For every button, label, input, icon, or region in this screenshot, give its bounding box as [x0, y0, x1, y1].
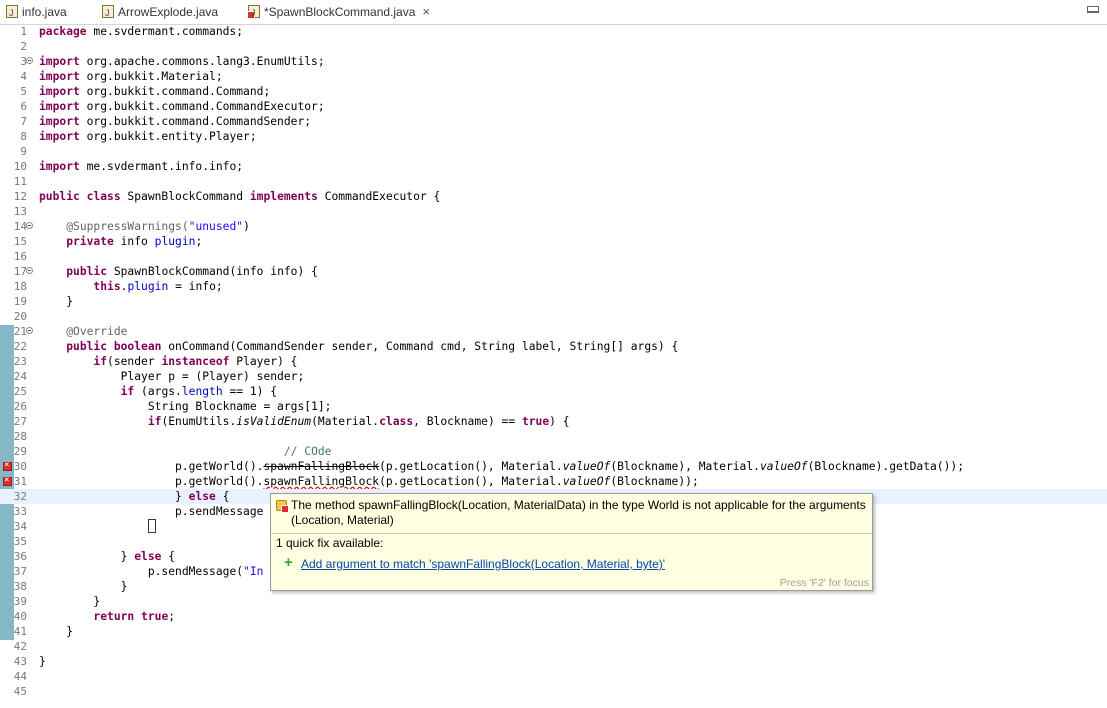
java-file-icon	[6, 3, 18, 23]
tab-label: *SpawnBlockCommand.java	[264, 5, 416, 19]
quick-fix-tooltip: The method spawnFallingBlock(Location, M…	[270, 493, 873, 591]
tab-label: ArrowExplode.java	[118, 5, 219, 19]
code-line: 30 p.getWorld().spawnFallingBlock(p.getL…	[0, 458, 1107, 474]
code-line: 10 import me.svdermant.info.info;	[13, 160, 244, 173]
java-file-icon	[102, 3, 114, 23]
code-line: 5 import org.bukkit.command.Command;	[20, 85, 271, 98]
bracket-match-box	[147, 519, 156, 533]
code-line: 25 if (args.length == 1) {	[13, 385, 278, 398]
focus-hint: Press 'F2' for focus	[779, 577, 869, 589]
code-line: 17 public SpawnBlockCommand(info info) {	[13, 265, 318, 278]
code-line: 19 }	[13, 295, 74, 308]
code-line: 4 import org.bukkit.Material;	[20, 70, 223, 83]
minimize-icon[interactable]	[1087, 6, 1099, 13]
code-line: 16	[13, 250, 27, 263]
code-editor[interactable]: 1 package me.svdermant.commands; 2 3 impor…	[0, 24, 1107, 708]
code-line: 23 if(sender instanceof Player) {	[13, 355, 298, 368]
code-line: 1 package me.svdermant.commands;	[20, 25, 244, 38]
error-warning-icon	[276, 500, 289, 513]
code-line: 18 this.plugin = info;	[13, 280, 223, 293]
quick-fix-link[interactable]: Add argument to match 'spawnFallingBlock…	[301, 557, 665, 571]
code-line: 14 @SuppressWarnings("unused")	[13, 220, 250, 233]
code-line: 7 import org.bukkit.command.CommandSender…	[20, 115, 312, 128]
divider	[271, 533, 872, 534]
code-line: 3 import org.apache.commons.lang3.EnumUti…	[20, 55, 325, 68]
code-line: 22 public boolean onCommand(CommandSende…	[13, 340, 679, 353]
tab-label: info.java	[22, 5, 67, 19]
error-message: The method spawnFallingBlock(Location, M…	[291, 498, 866, 527]
fold-icon[interactable]	[26, 57, 33, 64]
code-line: 42	[13, 640, 27, 653]
code-line: 40 return true;	[13, 610, 176, 623]
code-line: 11	[13, 175, 27, 188]
java-file-error-icon	[247, 3, 260, 23]
fold-icon[interactable]	[26, 267, 33, 274]
code-line: 29 // COde	[13, 445, 332, 458]
code-line: 43}	[13, 655, 46, 668]
code-line: 2	[20, 40, 27, 53]
editor-tab-bar: info.java ArrowExplode.java *SpawnBlockC…	[0, 0, 1107, 25]
code-line: 26 String Blockname = args[1];	[13, 400, 332, 413]
code-line: 15 private info plugin;	[13, 235, 203, 248]
code-line: 31 p.getWorld().spawnFallingBlock(p.getL…	[0, 473, 1107, 489]
code-line: 20	[13, 310, 27, 323]
code-line: 6 import org.bukkit.command.CommandExecut…	[20, 100, 325, 113]
tab-info-java[interactable]: info.java	[6, 2, 67, 23]
error-marker-icon[interactable]	[3, 458, 12, 473]
error-marker-icon[interactable]	[3, 473, 12, 488]
code-line: 28	[13, 430, 27, 443]
code-line: 9	[20, 145, 27, 158]
code-line: 27 if(EnumUtils.isValidEnum(Material.cla…	[13, 415, 570, 428]
fold-icon[interactable]	[26, 222, 33, 229]
code-line: 39 }	[13, 595, 101, 608]
tab-spawnblockcommand-java[interactable]: *SpawnBlockCommand.java ×	[247, 2, 430, 23]
code-line: 41 }	[13, 625, 74, 638]
tab-arrowexplode-java[interactable]: ArrowExplode.java	[102, 2, 219, 23]
code-line: 21 @Override	[13, 325, 128, 338]
code-line: 24 Player p = (Player) sender;	[13, 370, 305, 383]
add-icon: +	[284, 554, 293, 571]
close-icon[interactable]: ×	[422, 4, 430, 19]
code-line: 45	[13, 685, 27, 698]
code-line: 13	[13, 205, 27, 218]
fold-icon[interactable]	[26, 327, 33, 334]
code-line: 44	[13, 670, 27, 683]
code-line: 12 public class SpawnBlockCommand impleme…	[13, 190, 441, 203]
code-line: 8 import org.bukkit.entity.Player;	[20, 130, 257, 143]
quick-fix-count: 1 quick fix available:	[276, 536, 384, 550]
